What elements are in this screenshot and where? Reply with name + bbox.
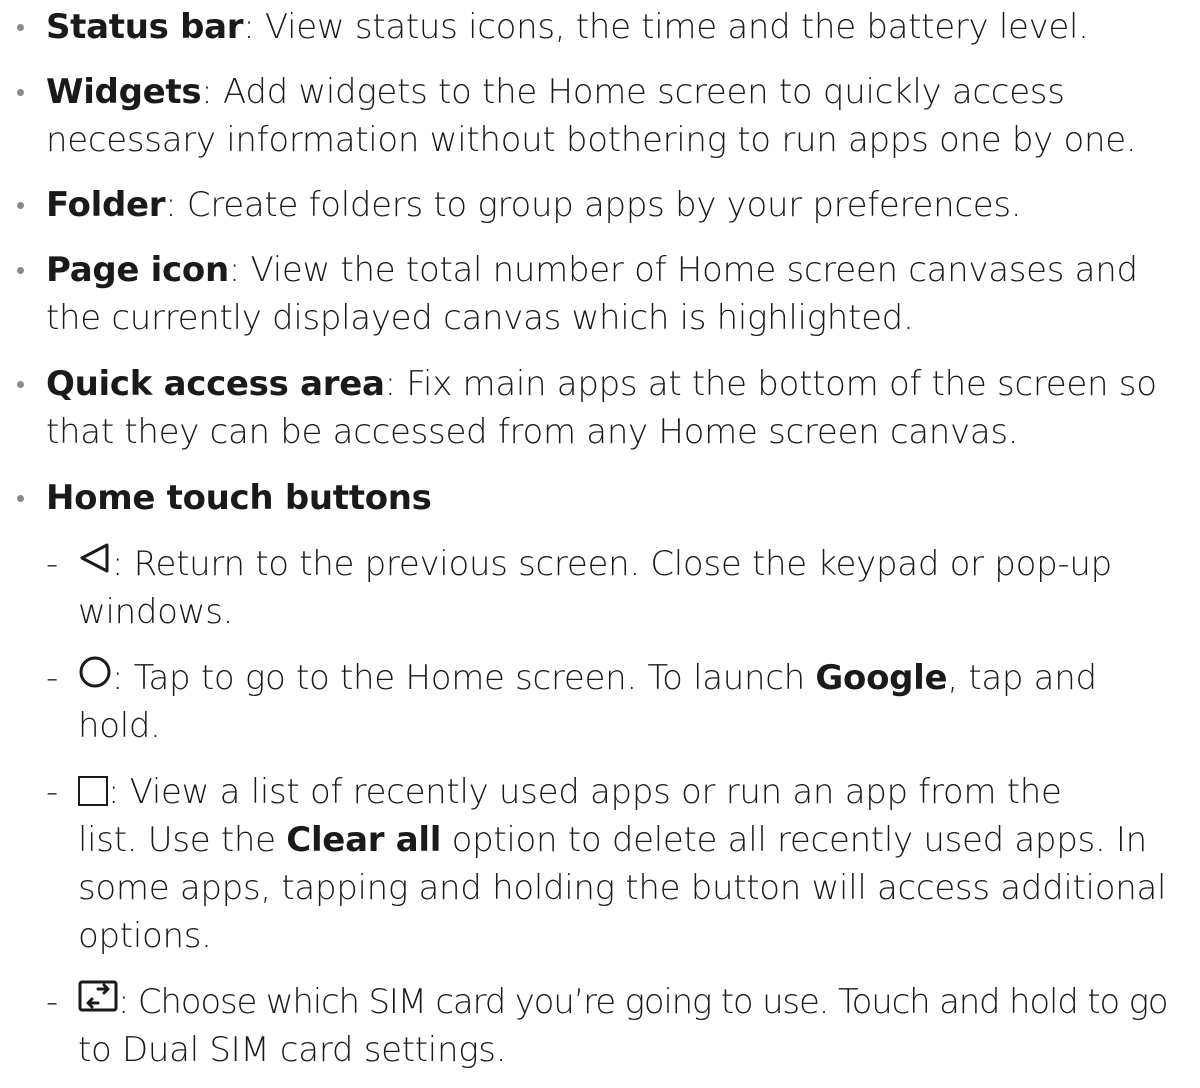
item-text: Page icon: View the total number of Home… (46, 249, 1138, 291)
item-desc: : Add widgets to the Home screen to quic… (201, 72, 1065, 112)
item-text: Status bar: View status icons, the time … (46, 6, 1089, 48)
recent-desc-a: list. Use the (78, 820, 287, 860)
recent-desc: : View a list of recently used apps or r… (108, 772, 1062, 812)
item-term: Widgets (46, 72, 202, 112)
item-desc-continued: the currently displayed canvas which is … (46, 298, 914, 338)
recent-desc-line2: list. Use the Clear all option to delete… (78, 819, 1147, 861)
item-desc: : Fix main apps at the bottom of the scr… (384, 364, 1157, 404)
bullet-dot (17, 267, 24, 274)
home-circle-icon (78, 655, 112, 699)
item-desc-continued: necessary information without bothering … (46, 120, 1137, 160)
home-desc-end: , tap and (947, 658, 1097, 698)
back-triangle-icon (78, 541, 112, 585)
item-desc-continued: that they can be accessed from any Home … (46, 412, 1019, 452)
google-label: Google (815, 658, 948, 698)
item-term: Home touch buttons (46, 478, 432, 518)
item-term: Folder (46, 185, 166, 225)
sub-item-dash: - (46, 772, 59, 812)
bullet-dot (17, 202, 24, 209)
sub-item-text: : Return to the previous screen. Close t… (78, 543, 1112, 588)
recent-desc-line3: some apps, tapping and holding the butto… (78, 868, 1167, 908)
sim-desc: : Choose which SIM card you’re going to … (118, 982, 1169, 1022)
item-text: Quick access area: Fix main apps at the … (46, 363, 1157, 405)
item-term: Status bar (46, 7, 244, 47)
bullet-dot (17, 89, 24, 96)
home-desc-continued: hold. (78, 706, 161, 746)
item-text: Folder: Create folders to group apps by … (46, 184, 1022, 226)
sub-item-text: : Choose which SIM card you’re going to … (78, 979, 1169, 1026)
item-term: Quick access area (46, 364, 385, 404)
bullet-dot (17, 495, 24, 502)
sub-item-dash: - (46, 982, 59, 1022)
sim-desc-continued: to Dual SIM card settings. (78, 1030, 507, 1070)
sub-item-text: : Tap to go to the Home screen. To launc… (78, 655, 1097, 702)
bullet-dot (17, 381, 24, 388)
recent-desc-line4: options. (78, 916, 212, 956)
bullet-dot (17, 24, 24, 31)
back-desc: : Return to the previous screen. Close t… (112, 544, 1112, 584)
item-desc: : Create folders to group apps by your p… (165, 185, 1022, 225)
help-page: Status bar: View status icons, the time … (0, 0, 1200, 1088)
clear-all-label: Clear all (286, 820, 442, 860)
item-desc: : View the total number of Home screen c… (228, 250, 1138, 290)
item-desc: : View status icons, the time and the ba… (243, 7, 1089, 47)
sub-item-text: : View a list of recently used apps or r… (78, 771, 1062, 813)
recent-desc-b: option to delete all recently used apps.… (441, 820, 1148, 860)
item-term: Page icon (46, 250, 229, 290)
item-text: Home touch buttons (46, 477, 432, 519)
home-desc: : Tap to go to the Home screen. To launc… (112, 658, 816, 698)
sub-item-dash: - (46, 658, 59, 698)
sim-switch-icon (78, 979, 118, 1023)
back-desc-continued: windows. (78, 592, 234, 632)
recent-square-icon (78, 775, 108, 806)
sub-item-dash: - (46, 544, 59, 584)
item-text: Widgets: Add widgets to the Home screen … (46, 71, 1065, 113)
